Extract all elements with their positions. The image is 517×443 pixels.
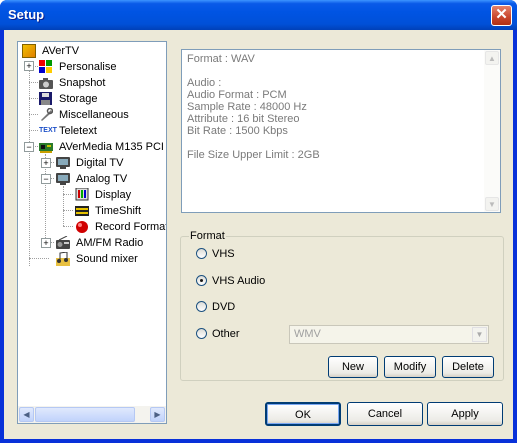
radio-button[interactable] <box>196 248 207 259</box>
format-info-box: Format : WAV Audio : Audio Format : PCM … <box>181 49 501 213</box>
tree-horizontal-scrollbar[interactable]: ◀ ▶ <box>18 406 166 423</box>
camera-icon <box>39 76 53 90</box>
dialog-body: AVerTV + Personalise Snapshot Storage Mi… <box>4 30 513 439</box>
format-group-label: Format <box>189 230 226 243</box>
scroll-up-icon[interactable]: ▲ <box>485 51 499 65</box>
close-button[interactable]: ✕ <box>491 5 512 26</box>
teletext-icon: TEXT <box>39 127 57 134</box>
scroll-down-icon[interactable]: ▼ <box>485 197 499 211</box>
scroll-thumb[interactable] <box>35 407 135 422</box>
info-line <box>182 137 500 149</box>
wrench-icon <box>39 107 54 122</box>
avertv-icon <box>22 44 36 58</box>
collapse-card-icon[interactable]: − <box>24 142 34 152</box>
close-icon: ✕ <box>495 6 508 23</box>
info-vertical-scrollbar[interactable]: ▲ ▼ <box>484 50 500 212</box>
record-icon <box>75 220 89 234</box>
info-line: File Size Upper Limit : 2GB <box>187 149 320 161</box>
display-icon <box>75 187 89 202</box>
radio-icon <box>56 235 70 250</box>
personalise-icon <box>39 60 53 74</box>
info-line: Format : WAV <box>187 53 255 65</box>
apply-button[interactable]: Apply <box>427 402 503 426</box>
settings-tree[interactable]: AVerTV + Personalise Snapshot Storage Mi… <box>17 41 167 424</box>
expand-radio-icon[interactable]: + <box>41 238 51 248</box>
new-button[interactable]: New <box>328 356 378 378</box>
disk-icon <box>39 92 53 106</box>
other-format-value: WMV <box>294 328 321 340</box>
timeshift-icon <box>75 204 89 218</box>
ok-button[interactable]: OK <box>265 402 341 426</box>
info-line: Attribute : 16 bit Stereo <box>187 113 300 125</box>
modify-button[interactable]: Modify <box>384 356 436 378</box>
info-line <box>182 65 500 77</box>
info-line: Sample Rate : 48000 Hz <box>187 101 307 113</box>
expand-personalise-icon[interactable]: + <box>24 61 34 71</box>
setup-window: Setup ✕ AVerTV + Personalise Snapshot St… <box>0 0 517 443</box>
title-bar[interactable]: Setup ✕ <box>0 0 517 30</box>
info-line: Bit Rate : 1500 Kbps <box>187 125 288 137</box>
radio-button[interactable] <box>196 275 207 286</box>
window-title: Setup <box>8 7 45 22</box>
music-icon <box>56 251 70 266</box>
expand-digital-tv-icon[interactable]: + <box>41 158 51 168</box>
radio-button[interactable] <box>196 301 207 312</box>
info-line: Audio : <box>187 77 222 89</box>
cancel-button[interactable]: Cancel <box>347 402 423 426</box>
chevron-down-icon[interactable]: ▼ <box>472 327 487 342</box>
tv-icon <box>56 156 70 170</box>
other-format-select[interactable]: WMV ▼ <box>289 325 489 344</box>
delete-button[interactable]: Delete <box>442 356 494 378</box>
format-group: Format VHS VHS Audio DVD Other WMV ▼ New… <box>180 230 504 381</box>
radio-button[interactable] <box>196 328 207 339</box>
scroll-left-icon[interactable]: ◀ <box>19 407 34 422</box>
collapse-analog-tv-icon[interactable]: − <box>41 174 51 184</box>
info-line: Audio Format : PCM <box>187 89 287 101</box>
tv-icon <box>56 172 70 186</box>
card-icon <box>39 140 53 154</box>
scroll-right-icon[interactable]: ▶ <box>150 407 165 422</box>
